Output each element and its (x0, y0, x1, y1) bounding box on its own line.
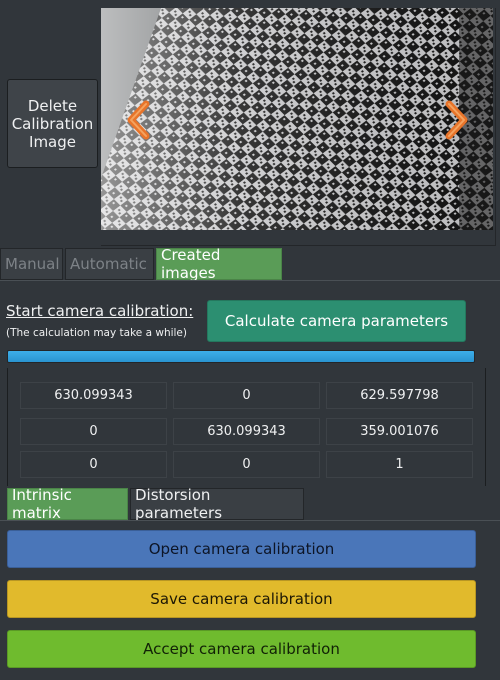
save-calibration-label: Save camera calibration (150, 590, 333, 608)
calculate-parameters-label: Calculate camera parameters (224, 312, 449, 330)
start-calibration-label: Start camera calibration: (6, 302, 194, 320)
tab-distorsion-parameters-label: Distorsion parameters (135, 486, 223, 522)
matrix-cell: 630.099343 (173, 418, 320, 445)
matrix-cell: 1 (326, 451, 473, 478)
accept-calibration-button[interactable]: Accept camera calibration (7, 630, 476, 668)
matrix-cell: 0 (173, 382, 320, 409)
open-calibration-button[interactable]: Open camera calibration (7, 530, 476, 568)
calculate-parameters-button[interactable]: Calculate camera parameters (207, 300, 466, 342)
accept-calibration-label: Accept camera calibration (143, 640, 340, 658)
matrix-cell: 359.001076 (326, 418, 473, 445)
tab-intrinsic-matrix-label: Intrinsic matrix (12, 486, 72, 522)
intrinsic-matrix-panel: 630.099343 0 629.597798 0 630.099343 359… (7, 368, 486, 486)
delete-calibration-image-label: Delete Calibration Image (11, 96, 94, 151)
calibration-progress-bar (7, 350, 475, 363)
tab-created-images[interactable]: Created images (156, 246, 282, 282)
tab-created-images-label: Created images (161, 246, 221, 282)
calculation-note: (The calculation may take a while) (6, 327, 187, 339)
chevron-right-icon[interactable] (443, 100, 471, 140)
tab-automatic[interactable]: Automatic (65, 248, 154, 280)
matrix-cell: 630.099343 (20, 382, 167, 409)
tab-manual-label: Manual (5, 255, 60, 273)
matrix-cell: 0 (173, 451, 320, 478)
tab-automatic-label: Automatic (70, 255, 147, 273)
matrix-cell: 0 (20, 418, 167, 445)
tab-divider (0, 520, 500, 521)
open-calibration-label: Open camera calibration (148, 540, 335, 558)
tab-intrinsic-matrix[interactable]: Intrinsic matrix (7, 486, 128, 522)
chevron-left-icon[interactable] (124, 100, 152, 140)
progress-fill (8, 351, 474, 362)
matrix-cell: 629.597798 (326, 382, 473, 409)
matrix-cell: 0 (20, 451, 167, 478)
tab-manual[interactable]: Manual (0, 248, 63, 280)
tab-divider (0, 280, 500, 281)
tab-distorsion-parameters[interactable]: Distorsion parameters (130, 486, 304, 522)
delete-calibration-image-button[interactable]: Delete Calibration Image (7, 79, 98, 168)
calibration-image (101, 8, 493, 230)
save-calibration-button[interactable]: Save camera calibration (7, 580, 476, 618)
